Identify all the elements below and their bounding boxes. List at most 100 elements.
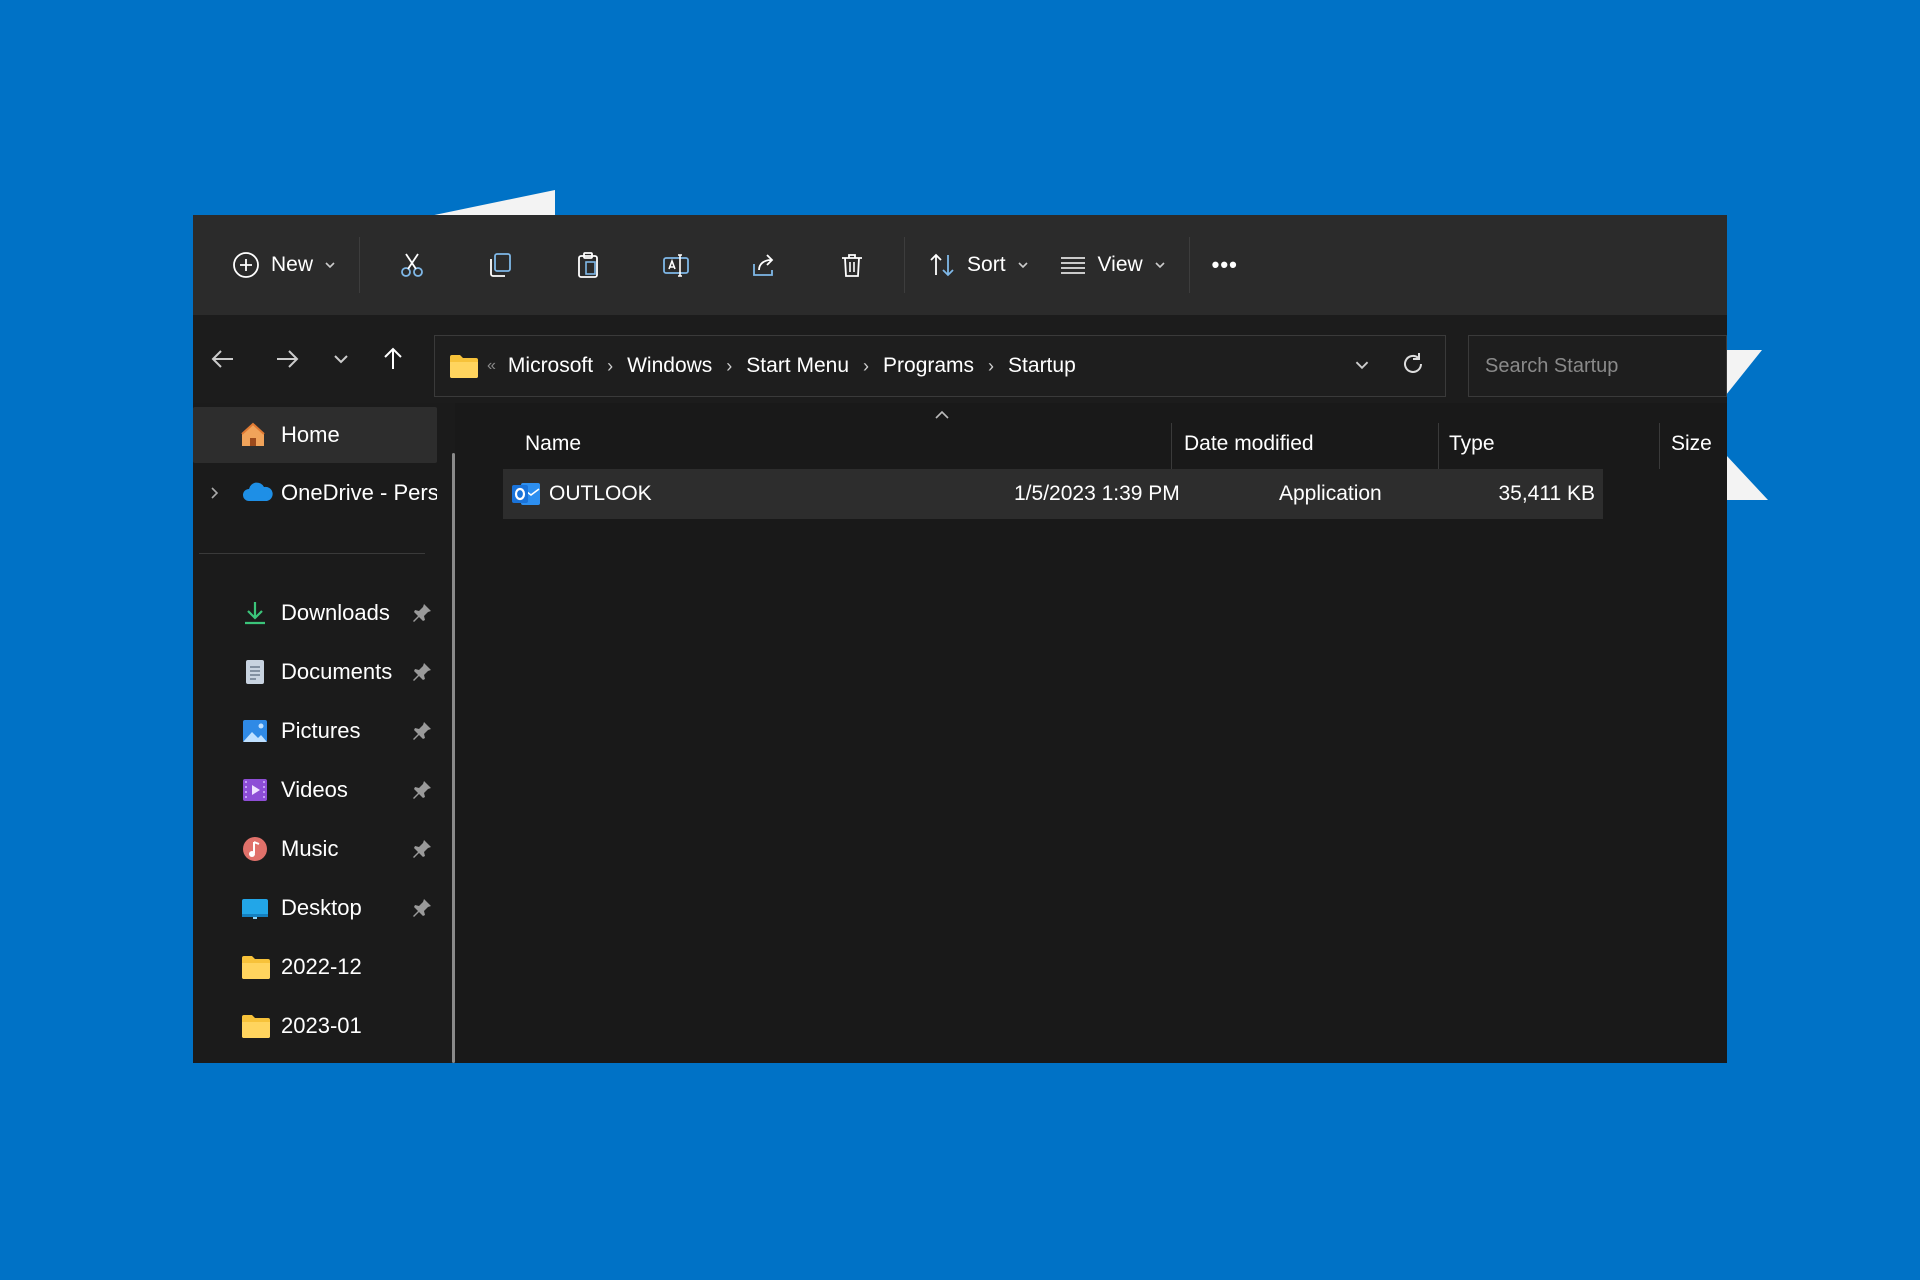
file-size: 35,411 KB	[1498, 482, 1595, 506]
table-row[interactable]: OUTLOOK 1/5/2023 1:39 PM Application 35,…	[503, 469, 1603, 519]
sidebar-item-label: 2023-01	[281, 1013, 362, 1039]
sidebar-item-pictures[interactable]: Pictures	[193, 703, 437, 759]
sort-label: Sort	[967, 253, 1006, 277]
sort-button[interactable]: Sort	[913, 237, 1044, 293]
sidebar-item-label: 2022-12	[281, 954, 362, 980]
sidebar-item-home[interactable]: Home	[193, 407, 437, 463]
chevron-right-icon[interactable]	[207, 485, 223, 501]
paste-button[interactable]	[544, 237, 632, 293]
pin-icon[interactable]	[411, 602, 433, 624]
cut-button[interactable]	[368, 237, 456, 293]
column-header-name[interactable]: Name	[525, 421, 965, 467]
column-header-date[interactable]: Date modified	[1184, 421, 1314, 467]
sidebar-item-music[interactable]: Music	[193, 821, 437, 877]
plus-circle-icon	[231, 250, 261, 280]
background-decoration	[1726, 455, 1768, 500]
view-label: View	[1098, 253, 1143, 277]
sidebar-scrollbar[interactable]	[452, 453, 455, 1063]
refresh-icon[interactable]	[1399, 350, 1427, 378]
file-date-modified: 1/5/2023 1:39 PM	[1014, 482, 1180, 506]
rename-icon	[661, 250, 691, 280]
navigation-row: « Microsoft › Windows › Start Menu › Pro…	[193, 315, 1727, 403]
file-name: OUTLOOK	[549, 482, 652, 506]
delete-button[interactable]	[808, 237, 896, 293]
pin-icon[interactable]	[411, 897, 433, 919]
outlook-icon	[511, 480, 541, 508]
file-type: Application	[1279, 482, 1382, 506]
scissors-icon	[397, 250, 427, 280]
pin-icon[interactable]	[411, 838, 433, 860]
column-divider[interactable]	[1659, 423, 1660, 469]
sidebar-item-label: OneDrive - Pers	[281, 480, 437, 506]
music-icon	[241, 835, 269, 863]
sidebar-item-videos[interactable]: Videos	[193, 762, 437, 818]
column-header-label: Type	[1449, 432, 1495, 456]
back-button[interactable]	[201, 337, 245, 381]
folder-icon	[449, 353, 479, 379]
sidebar-item-2023-01[interactable]: 2023-01	[193, 998, 437, 1054]
document-icon	[241, 658, 269, 686]
sidebar-item-2022-12[interactable]: 2022-12	[193, 939, 437, 995]
breadcrumb-separator-icon[interactable]: ›	[726, 356, 732, 377]
sidebar-item-label: Videos	[281, 777, 348, 803]
sort-ascending-icon	[933, 409, 951, 421]
breadcrumb-start-menu[interactable]: Start Menu	[746, 354, 849, 378]
toolbar-divider	[359, 237, 360, 293]
trash-icon	[837, 250, 867, 280]
pin-icon[interactable]	[411, 720, 433, 742]
address-bar[interactable]: « Microsoft › Windows › Start Menu › Pro…	[434, 335, 1446, 397]
column-header-label: Date modified	[1184, 432, 1314, 456]
videos-icon	[241, 776, 269, 804]
toolbar-divider	[1189, 237, 1190, 293]
folder-icon	[241, 1012, 271, 1040]
chevron-down-icon	[323, 258, 337, 272]
copy-button[interactable]	[456, 237, 544, 293]
breadcrumb-startup[interactable]: Startup	[1008, 354, 1076, 378]
new-button[interactable]: New	[217, 237, 351, 293]
breadcrumb-microsoft[interactable]: Microsoft	[508, 354, 593, 378]
breadcrumb-separator-icon[interactable]: ›	[988, 356, 994, 377]
navigation-pane: Home OneDrive - Pers Downloads Documents…	[193, 403, 455, 1063]
breadcrumb-overflow[interactable]: «	[487, 357, 496, 375]
breadcrumb-programs[interactable]: Programs	[883, 354, 974, 378]
background-decoration	[420, 190, 555, 218]
recent-locations-button[interactable]	[319, 337, 363, 381]
sidebar-item-documents[interactable]: Documents	[193, 644, 437, 700]
folder-icon	[241, 953, 271, 981]
pin-icon[interactable]	[411, 661, 433, 683]
sidebar-item-label: Desktop	[281, 895, 362, 921]
up-button[interactable]	[371, 337, 415, 381]
column-header-type[interactable]: Type	[1449, 421, 1495, 467]
more-options-button[interactable]: •••	[1198, 237, 1252, 293]
background-decoration	[1726, 350, 1762, 395]
view-lines-icon	[1058, 250, 1088, 280]
arrow-left-icon	[209, 345, 237, 373]
share-icon	[749, 250, 779, 280]
chevron-down-icon	[1153, 258, 1167, 272]
column-header-label: Size	[1671, 432, 1712, 456]
rename-button[interactable]	[632, 237, 720, 293]
view-button[interactable]: View	[1044, 237, 1181, 293]
forward-button[interactable]	[265, 337, 309, 381]
search-input[interactable]: Search Startup	[1468, 335, 1727, 397]
clipboard-icon	[573, 250, 603, 280]
breadcrumb-windows[interactable]: Windows	[627, 354, 712, 378]
copy-icon	[485, 250, 515, 280]
breadcrumb-separator-icon[interactable]: ›	[607, 356, 613, 377]
column-divider[interactable]	[1438, 423, 1439, 469]
desktop-icon	[241, 894, 269, 922]
chevron-down-icon[interactable]	[1349, 352, 1375, 378]
pin-icon[interactable]	[411, 779, 433, 801]
sidebar-item-onedrive[interactable]: OneDrive - Pers	[193, 465, 437, 521]
sidebar-item-desktop[interactable]: Desktop	[193, 880, 437, 936]
home-icon	[239, 421, 267, 449]
breadcrumb-separator-icon[interactable]: ›	[863, 356, 869, 377]
share-button[interactable]	[720, 237, 808, 293]
sidebar-item-label: Documents	[281, 659, 392, 685]
column-header-size[interactable]: Size	[1671, 421, 1712, 467]
file-explorer-window: New Sort View	[193, 215, 1727, 1063]
column-divider[interactable]	[1171, 423, 1172, 469]
sidebar-item-downloads[interactable]: Downloads	[193, 585, 437, 641]
new-label: New	[271, 253, 313, 277]
chevron-down-icon	[327, 345, 355, 373]
